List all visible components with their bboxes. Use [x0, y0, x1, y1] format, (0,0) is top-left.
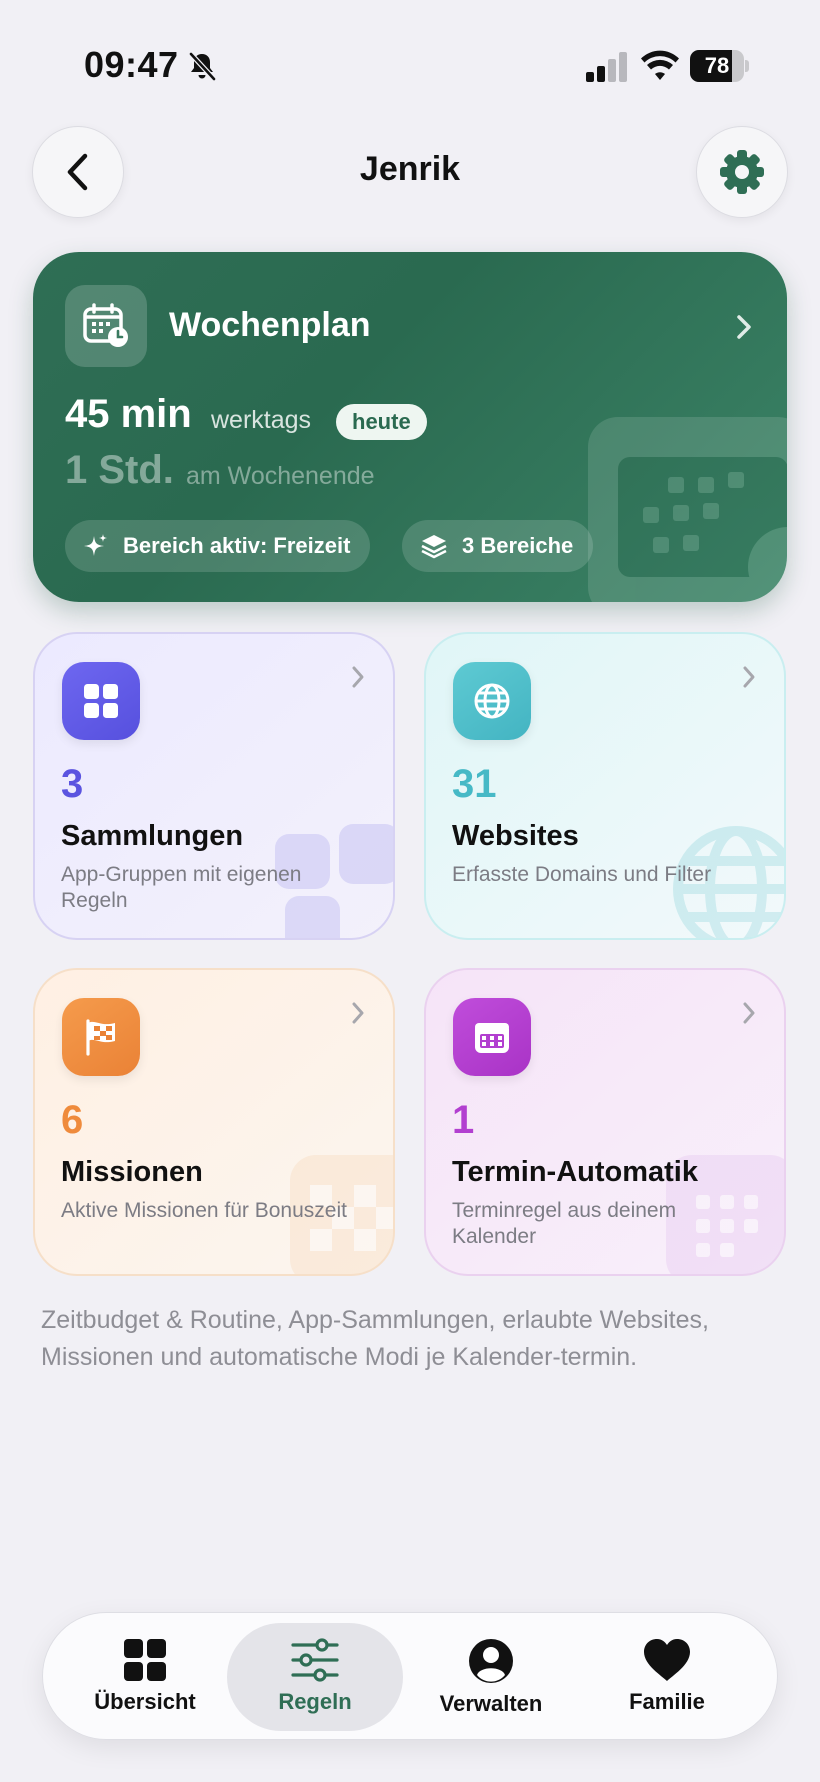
grid-icon: [84, 684, 118, 718]
chevron-right-icon: [743, 1002, 755, 1024]
calendar-icon: [475, 1023, 509, 1053]
tab-rules-label: Regeln: [278, 1689, 352, 1714]
areas-count-chip[interactable]: 3 Bereiche: [402, 520, 594, 572]
sliders-icon: [291, 1638, 339, 1682]
globe-icon: [474, 683, 510, 719]
cellular-signal-icon: [586, 52, 627, 82]
weekend-label: am Wochenende: [186, 462, 375, 490]
plan-title: Wochenplan: [169, 306, 371, 344]
websites-description: Erfasste Domains und Filter: [452, 863, 712, 886]
tab-family[interactable]: Familie: [579, 1623, 755, 1731]
status-bar: 09:47 78: [0, 0, 820, 120]
weekly-plan-card[interactable]: Wochenplan 45 min werktags heute 1 Std. …: [33, 252, 787, 602]
weekend-budget: 1 Std.: [65, 448, 174, 492]
missions-icon-box: [62, 998, 140, 1076]
websites-icon-box: [453, 662, 531, 740]
tab-rules[interactable]: Regeln: [227, 1623, 403, 1731]
collections-title: Sammlungen: [61, 820, 244, 852]
wifi-icon: [641, 50, 679, 80]
tab-manage[interactable]: Verwalten: [403, 1623, 579, 1731]
missions-title: Missionen: [61, 1156, 203, 1188]
bell-slash-icon: [189, 52, 216, 81]
websites-tile[interactable]: 31 Websites Erfasste Domains und Filter: [424, 632, 786, 940]
areas-count-label: 3 Bereiche: [462, 533, 574, 558]
collections-icon-box: [62, 662, 140, 740]
missions-count: 6: [61, 1098, 84, 1142]
status-time: 09:47: [84, 44, 179, 85]
calendar-clock-icon: [83, 303, 128, 347]
collections-tile[interactable]: 3 Sammlungen App-Gruppen mit eigenen Reg…: [33, 632, 395, 940]
calendar-watermark-icon: [588, 417, 787, 602]
layers-icon: [421, 535, 447, 559]
websites-title: Websites: [452, 820, 579, 852]
chevron-right-icon: [352, 666, 364, 688]
tab-overview-label: Übersicht: [94, 1689, 196, 1714]
chevron-right-icon: [743, 666, 755, 688]
active-area-chip[interactable]: Bereich aktiv: Freizeit: [65, 520, 371, 572]
missions-description: Aktive Missionen für Bonuszeit: [61, 1199, 347, 1222]
weekday-budget: 45 min: [65, 392, 192, 436]
heart-icon: [644, 1639, 690, 1681]
tab-family-label: Familie: [629, 1689, 705, 1714]
calendar-automation-count: 1: [452, 1098, 475, 1142]
today-badge: heute: [336, 404, 427, 440]
gear-icon: [720, 150, 764, 194]
battery-level: 78: [704, 53, 730, 78]
collections-count: 3: [61, 762, 84, 806]
chevron-right-icon: [352, 1002, 364, 1024]
tab-bar: Übersicht Regeln Verwalten Familie: [42, 1612, 778, 1740]
grid-icon: [124, 1639, 166, 1681]
websites-count: 31: [452, 762, 497, 806]
sparkles-icon: [84, 534, 107, 556]
tab-manage-label: Verwalten: [439, 1691, 543, 1716]
active-area-label: Bereich aktiv: Freizeit: [123, 533, 351, 558]
calendar-automation-icon-box: [453, 998, 531, 1076]
chevron-right-icon: [737, 315, 751, 339]
calendar-automation-tile[interactable]: 1 Termin-Automatik Terminregel aus deine…: [424, 968, 786, 1276]
calendar-automation-description: Terminregel aus deinem Kalender: [452, 1199, 677, 1248]
weekday-label: werktags: [211, 406, 312, 434]
person-circle-icon: [469, 1639, 513, 1683]
rules-footnote: Zeitbudget & Routine, App-Sammlungen, er…: [41, 1306, 709, 1371]
battery-indicator: 78: [690, 50, 749, 82]
checkered-flag-icon: [86, 1019, 115, 1056]
plan-icon-box: [65, 285, 147, 367]
tab-overview[interactable]: Übersicht: [57, 1623, 233, 1731]
missions-tile[interactable]: 6 Missionen Aktive Missionen für Bonusze…: [33, 968, 395, 1276]
collections-description: App-Gruppen mit eigenen Regeln: [61, 863, 302, 912]
calendar-automation-title: Termin-Automatik: [452, 1156, 698, 1188]
settings-button[interactable]: [696, 126, 788, 218]
